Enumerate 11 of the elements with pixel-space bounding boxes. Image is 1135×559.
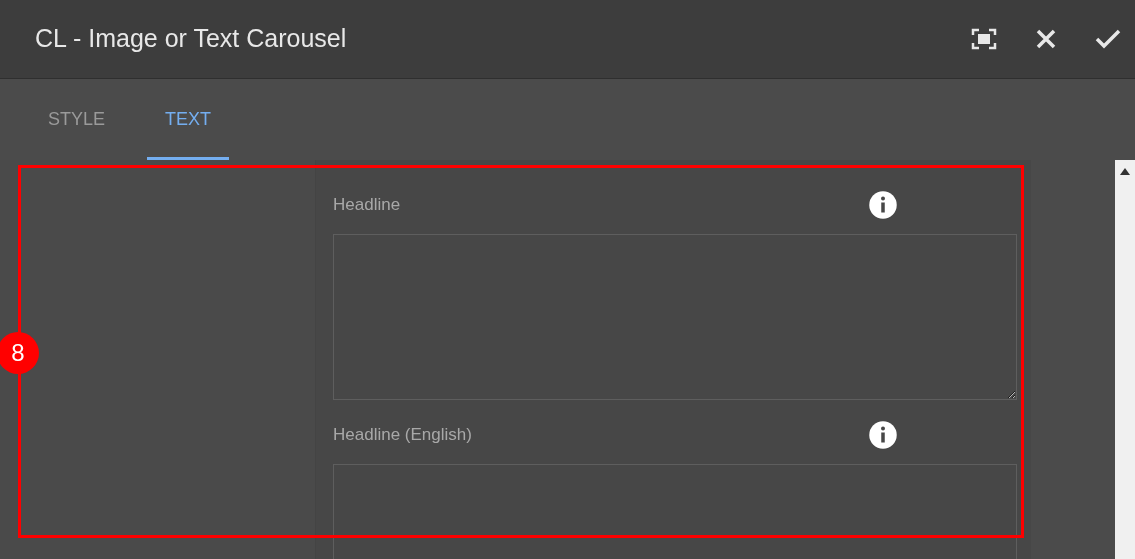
dialog-title: CL - Image or Text Carousel	[35, 23, 348, 55]
close-icon[interactable]	[1035, 28, 1057, 50]
field-label: Headline (English)	[333, 424, 473, 447]
info-icon[interactable]	[868, 420, 898, 450]
scroll-up-icon[interactable]	[1120, 168, 1130, 175]
scrollbar[interactable]	[1115, 160, 1135, 559]
tab[interactable]: STYLE	[30, 79, 124, 160]
check-icon[interactable]	[1095, 28, 1121, 50]
fullscreen-icon[interactable]	[971, 28, 997, 50]
field-label: Headline	[333, 194, 402, 217]
info-icon[interactable]	[868, 190, 898, 220]
